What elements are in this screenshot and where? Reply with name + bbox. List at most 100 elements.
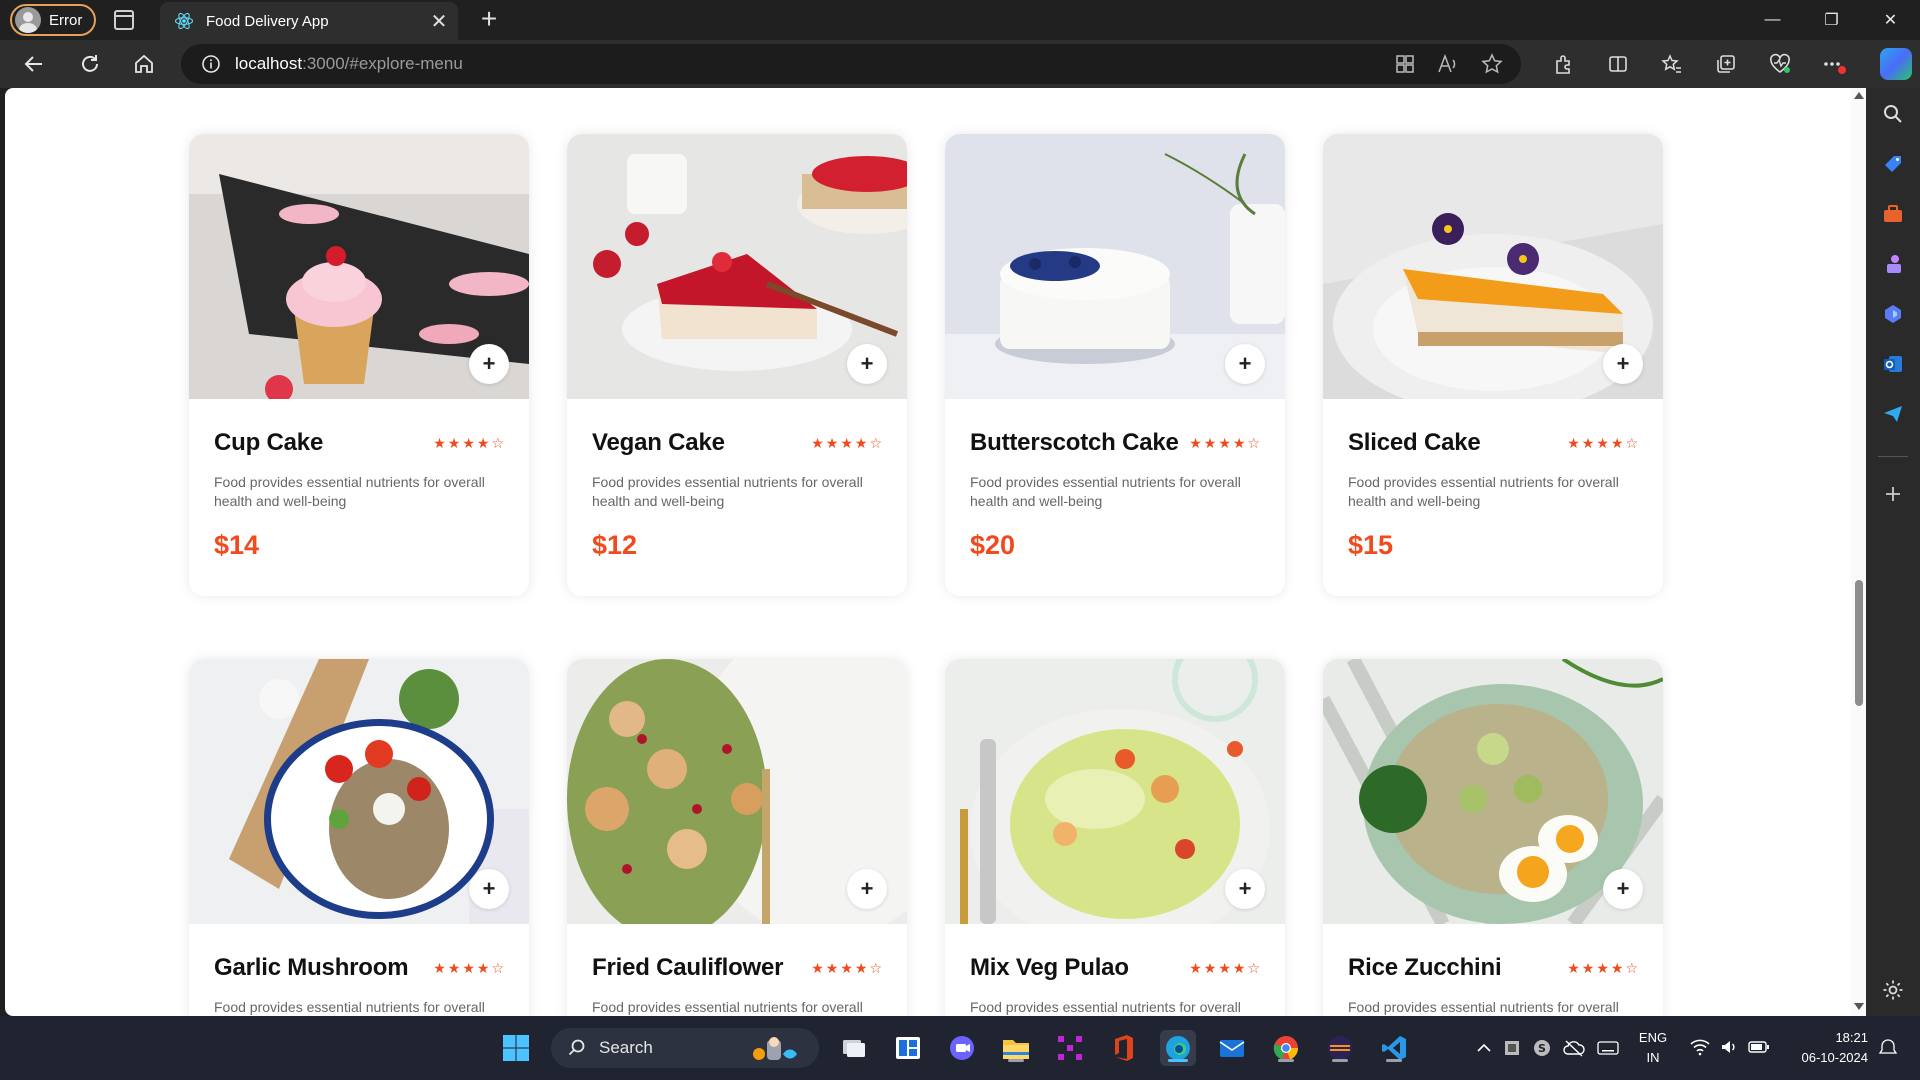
back-icon[interactable] [16,48,52,80]
notifications-icon[interactable] [1878,1038,1898,1058]
star-filled-icon: ★ [1596,435,1609,451]
page-scrollbar[interactable] [1851,88,1866,1016]
add-to-cart-button[interactable]: + [469,869,509,909]
star-filled-icon: ★ [1203,435,1217,451]
language-indicator[interactable]: ENG IN [1636,1028,1670,1068]
food-name: Rice Zucchini [1348,954,1502,981]
add-to-cart-button[interactable]: + [1225,869,1265,909]
star-filled-icon: ★ [1581,435,1595,451]
star-filled-icon: ★ [1610,435,1624,451]
add-icon[interactable] [1881,482,1905,506]
star-filled-icon: ★ [1232,435,1246,451]
widgets-icon[interactable] [890,1030,926,1066]
windows-taskbar: Search S ENG IN 18:21 06-10-2024 [0,1016,1920,1080]
cloud-offline-icon[interactable] [1563,1039,1585,1057]
copilot-icon[interactable] [1880,48,1912,80]
office-icon[interactable] [1106,1030,1142,1066]
search-highlight-icon [753,1037,797,1060]
collections-icon[interactable] [1699,40,1753,88]
chrome-icon[interactable] [1268,1030,1304,1066]
eclipse-icon[interactable] [1322,1030,1358,1066]
tab-food-delivery-app[interactable]: Food Delivery App ✕ [160,2,458,40]
food-card[interactable]: + Butterscotch Cake ★ ★ ★ ★ ☆ Food provides ess… [945,134,1285,596]
food-image: + [945,134,1285,399]
add-to-cart-button[interactable]: + [469,344,509,384]
svg-text:S: S [1538,1042,1546,1055]
food-description: Food provides essential nutrients for ov… [970,999,1241,1015]
taskbar-search[interactable]: Search [551,1028,819,1068]
food-card[interactable]: + Sliced Cake ★ ★ ★ ★ ☆ Food provides essential… [1323,134,1663,596]
app-available-icon[interactable] [1395,54,1415,74]
add-to-cart-button[interactable]: + [1603,344,1643,384]
add-to-cart-button[interactable]: + [1603,869,1643,909]
star-filled-icon: ★ [1567,960,1580,976]
food-card[interactable]: + Cup Cake ★ ★ ★ ★ ☆ Food provides essential nu… [189,134,529,596]
add-to-cart-button[interactable]: + [847,869,887,909]
minimize-icon[interactable]: — [1743,0,1802,40]
food-name: Sliced Cake [1348,429,1481,456]
food-info: Cup Cake ★ ★ ★ ★ ☆ Food provides essential nut… [189,399,529,561]
add-icon: + [860,351,874,376]
split-screen-icon[interactable] [1591,40,1645,88]
food-card[interactable]: + Mix Veg Pulao ★ ★ ★ ★ ☆ Food provides essenti… [945,659,1285,1016]
teams-meet-icon[interactable] [944,1030,980,1066]
add-icon: + [1238,876,1252,901]
games-icon[interactable] [1881,252,1905,276]
app-grid-icon[interactable] [1052,1030,1088,1066]
send-icon[interactable] [1881,402,1905,426]
tab-close-icon[interactable]: ✕ [420,9,458,34]
keyboard-icon[interactable] [1597,1039,1619,1057]
running-indicator [1008,1059,1024,1062]
status-icons[interactable] [1690,1038,1770,1056]
scroll-up-icon[interactable] [1854,92,1864,99]
chevron-up-icon[interactable] [1475,1039,1493,1057]
search-icon[interactable] [1881,102,1905,126]
running-indicator [1332,1059,1348,1062]
address-bar[interactable]: localhost:3000/#explore-menu [181,44,1521,84]
file-explorer-icon[interactable] [998,1030,1034,1066]
extensions-icon[interactable] [1537,40,1591,88]
new-tab-icon[interactable]: + [474,4,504,34]
refresh-icon[interactable] [72,48,108,80]
star-filled-icon: ★ [476,435,490,451]
read-aloud-icon[interactable] [1437,54,1459,74]
food-card[interactable]: + Vegan Cake ★ ★ ★ ★ ☆ Food provides essential … [567,134,907,596]
scroll-down-icon[interactable] [1854,1003,1864,1010]
restore-icon[interactable]: ❐ [1802,0,1861,40]
site-info-icon[interactable] [201,54,221,74]
tab-actions-icon[interactable] [114,10,134,30]
add-to-cart-button[interactable]: + [1225,344,1265,384]
toolbox-icon[interactable] [1881,202,1905,226]
tray-app-icon[interactable] [1503,1039,1521,1057]
settings-more-icon[interactable] [1807,40,1861,88]
start-icon[interactable] [498,1030,534,1066]
food-card[interactable]: + Garlic Mushroom ★ ★ ★ ★ ☆ Food provides essen… [189,659,529,1016]
food-description: Food provides essential nutrients for ov… [214,999,485,1015]
food-info: Mix Veg Pulao ★ ★ ★ ★ ☆ Food provides essentia… [945,924,1285,1016]
add-to-cart-button[interactable]: + [847,344,887,384]
close-window-icon[interactable]: ✕ [1861,0,1920,40]
sidebar-settings-icon[interactable] [1881,978,1905,1002]
favorites-icon[interactable] [1645,40,1699,88]
home-icon[interactable] [126,48,162,80]
shopping-tag-icon[interactable] [1881,152,1905,176]
task-view-icon[interactable] [836,1030,872,1066]
system-clock[interactable]: 18:21 06-10-2024 [1788,1028,1869,1068]
avatar [15,7,41,33]
scrollbar-thumb[interactable] [1855,580,1863,706]
browser-essentials-icon[interactable] [1753,40,1807,88]
microsoft-365-icon[interactable] [1881,302,1905,326]
outlook-icon[interactable] [1881,352,1905,376]
food-card[interactable]: + Fried Cauliflower ★ ★ ★ ★ ☆ Food provides ess… [567,659,907,1016]
food-card[interactable]: + Rice Zucchini ★ ★ ★ ★ ☆ Food provides essenti… [1323,659,1663,1016]
mail-icon[interactable] [1214,1030,1250,1066]
skype-icon[interactable]: S [1533,1039,1551,1057]
star-filled-icon: ★ [811,960,824,976]
favorite-star-icon[interactable] [1481,53,1503,75]
edge-taskbar-icon[interactable] [1160,1030,1196,1066]
sidebar-divider [1878,456,1908,457]
profile-button[interactable]: Error [10,4,96,36]
star-filled-icon: ★ [1610,960,1624,976]
vscode-icon[interactable] [1376,1030,1412,1066]
lang-secondary: IN [1646,1050,1660,1065]
